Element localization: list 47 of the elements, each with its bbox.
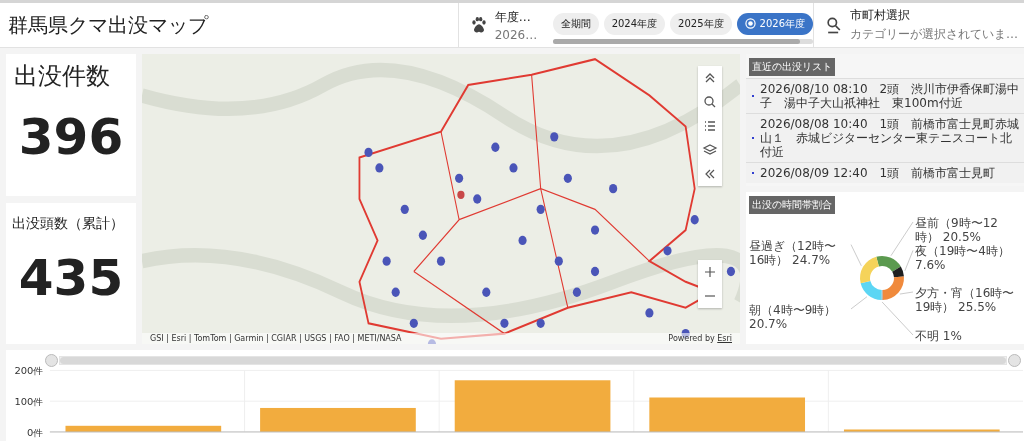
collapse-icon[interactable] [698, 66, 722, 90]
zoom-in-icon[interactable] [698, 260, 722, 284]
slice-label: 夜（19時〜4時） 7.6% [915, 244, 1011, 273]
zoom-out-icon[interactable] [698, 284, 722, 308]
leader-line [850, 296, 868, 310]
panel-title: 出没の時間帯割合 [749, 196, 835, 214]
slice-label: 昼前（9時〜12時） 20.5% [915, 216, 999, 244]
axis-tick-label: 0件 [27, 427, 44, 438]
year-pill[interactable]: 2026年度 [736, 12, 813, 35]
leader-line [899, 291, 914, 295]
year-pill[interactable]: 2025年度 [670, 12, 732, 35]
dashboard-title: 群馬県クマ出没マップ [7, 11, 210, 39]
sighting-text: 2026/08/10 08:10 2頭 渋川市伊香保町湯中子 湯中子大山祇神社 東100m付近 [760, 82, 1020, 110]
map-drawing[interactable] [142, 54, 740, 344]
slice-label: 夕方・宵（16時〜19時） 25.5% [915, 286, 1015, 314]
kpi-label: 出没頭数（累計） [11, 213, 124, 233]
slice-label: 朝（4時〜9時） 20.7% [749, 302, 838, 331]
radio-selected-icon [744, 18, 756, 29]
panel-title: 直近の出没リスト [749, 58, 835, 76]
filter-label: 年度… [494, 8, 532, 26]
expand-left-icon[interactable] [698, 162, 722, 186]
axis-tick-label: 100件 [14, 396, 44, 407]
axis-tick-label: 200件 [14, 365, 44, 376]
kpi-label: 出没件数 [13, 61, 110, 92]
kpi-value: 396 [18, 108, 124, 166]
leader-line [881, 301, 914, 336]
powered-by-text: Powered by [668, 334, 715, 343]
sighting-item[interactable]: 2026/08/10 08:10 2頭 渋川市伊香保町湯中子 湯中子大山祇神社 東100m付近 [746, 78, 1024, 113]
filter-label: 市町村選択 [850, 7, 911, 24]
range-slider[interactable] [60, 357, 1006, 364]
esri-link[interactable]: Esri [717, 334, 732, 343]
slice-label: 不明 1% [915, 329, 963, 343]
scrollbar[interactable] [552, 38, 813, 44]
filter-placeholder[interactable]: カテゴリーが選択されていま… [850, 26, 1022, 43]
kpi-value: 435 [18, 248, 124, 307]
slider-handle[interactable] [1008, 354, 1021, 367]
leader-line [850, 244, 862, 267]
sighting-text: 2026/08/08 10:40 1頭 前橋市富士見町赤城山１ 赤城ビジターセンター東テニスコート北付近 [760, 117, 1020, 159]
slice-label: 昼過ぎ（12時〜16時） 24.7% [749, 238, 838, 267]
sighting-item[interactable]: 2026/08/08 10:40 1頭 前橋市富士見町赤城山１ 赤城ビジターセンター東テニスコート北付近 [746, 113, 1024, 162]
sighting-text: 2026/08/09 12:40 1頭 前橋市富士見町 [760, 166, 996, 180]
filter-value: 2026… [494, 27, 539, 42]
sighting-item[interactable]: 2026/08/09 12:40 1頭 前橋市富士見町 [746, 162, 1024, 183]
slider-handle[interactable] [45, 354, 58, 367]
map-attribution: GSI | Esri | TomTom | Garmin | CGIAR | USGS | FAO | METI/NASA [150, 334, 402, 343]
year-pill[interactable]: 全期間 [552, 12, 599, 35]
year-pill[interactable]: 2024年度 [603, 12, 666, 35]
